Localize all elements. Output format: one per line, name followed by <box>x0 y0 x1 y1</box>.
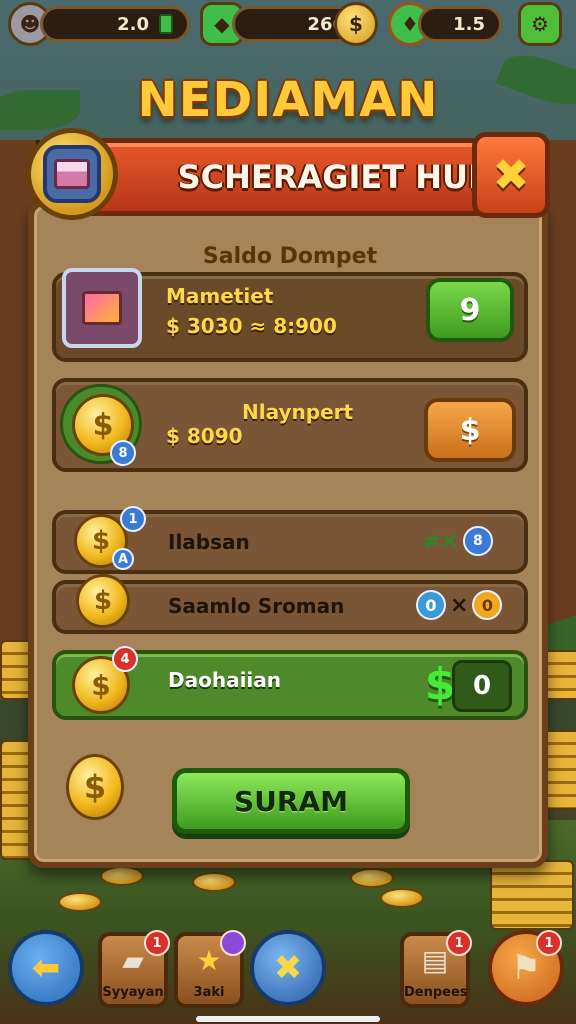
floor-coin <box>100 866 144 886</box>
nav-item-denpees[interactable]: ▤ 1 Denpees <box>400 930 472 1008</box>
dollar-coin-icon: $ <box>66 754 124 820</box>
panel-title: SCHERAGIET HUB <box>177 158 493 196</box>
close-button[interactable]: ✖ <box>472 132 550 218</box>
row-1-title: Mametiet <box>166 284 274 308</box>
coin-badge: 8 <box>110 440 136 466</box>
floor-coin <box>380 888 424 908</box>
coin-stack <box>490 860 574 930</box>
home-indicator <box>196 1016 380 1022</box>
blue-token-icon: 0 <box>416 590 446 620</box>
submit-button[interactable]: SURAM <box>172 768 410 834</box>
flag-icon: ⚑ <box>510 948 542 988</box>
row-2-title: Nlaynpert <box>242 400 354 424</box>
currency-value-3: 1.5 <box>453 13 485 35</box>
row-3-indicator: ≠× 8 <box>422 526 493 556</box>
section-label-wallet-balance: Saldo Dompet <box>202 244 378 269</box>
center-close-button[interactable]: ✖ <box>250 930 326 1006</box>
notification-badge: 1 <box>446 930 472 956</box>
nav-label-3aki: 3aki <box>193 985 225 1000</box>
purple-badge-icon <box>220 930 246 956</box>
row-2-value: $ 8090 <box>166 424 243 448</box>
row-4-title: Saamlo Sroman <box>168 594 345 618</box>
floor-coin <box>58 892 102 912</box>
gem-icon <box>159 14 173 34</box>
row-3-symbol: ≠× <box>422 528 459 554</box>
row-1-value: $ 3030 ≈ 8:900 <box>166 314 337 338</box>
currency-counter-1: 2.0 <box>40 6 190 42</box>
nav-item-3aki[interactable]: ★ 3aki <box>174 930 246 1008</box>
row-2-action-button[interactable]: $ <box>424 398 516 462</box>
game-title: NEDIAMAN <box>137 72 439 128</box>
settings-icon[interactable]: ⚙ <box>518 2 562 46</box>
nav-label-syyayan: Syyayan <box>102 985 164 1000</box>
blue-coin-icon: 8 <box>462 526 493 556</box>
chest-badge-icon <box>26 128 118 220</box>
back-button[interactable]: ⬅ <box>8 930 84 1006</box>
notification-badge: 1 <box>144 930 170 956</box>
row-5-value: 0 <box>452 660 512 712</box>
nav-label-denpees: Denpees <box>404 985 468 1000</box>
coin-badge: A <box>112 548 134 570</box>
row-4-indicator: 0 × 0 <box>416 590 503 620</box>
row-1-action-button[interactable]: 9 <box>426 278 514 342</box>
multiply-symbol: × <box>450 592 469 618</box>
row-3-title: Ilabsan <box>168 530 250 554</box>
currency-value-1: 2.0 <box>117 13 149 35</box>
map-button[interactable]: ⚑ 1 <box>488 930 564 1006</box>
panel-banner: SCHERAGIET HUB <box>50 138 530 216</box>
gift-box-icon <box>62 268 142 348</box>
nav-item-syyayan[interactable]: ▰ 1 Syyayan <box>98 930 170 1008</box>
gold-token-icon: 0 <box>472 590 503 620</box>
floor-coin <box>350 868 394 888</box>
row-5-title: Daohaiian <box>168 668 282 692</box>
floor-coin <box>192 872 236 892</box>
top-hud: ☻ 2.0 ◆ 266 $ ♦ 1.5 ⚙ <box>0 0 576 52</box>
coin-badge: 1 <box>120 506 146 532</box>
coin-badge: 4 <box>112 646 138 672</box>
currency-counter-3: 1.5 <box>418 6 502 42</box>
coin-icon: $ <box>334 2 378 46</box>
dollar-coin-icon: $ <box>76 574 130 628</box>
notification-badge: 1 <box>536 930 562 956</box>
